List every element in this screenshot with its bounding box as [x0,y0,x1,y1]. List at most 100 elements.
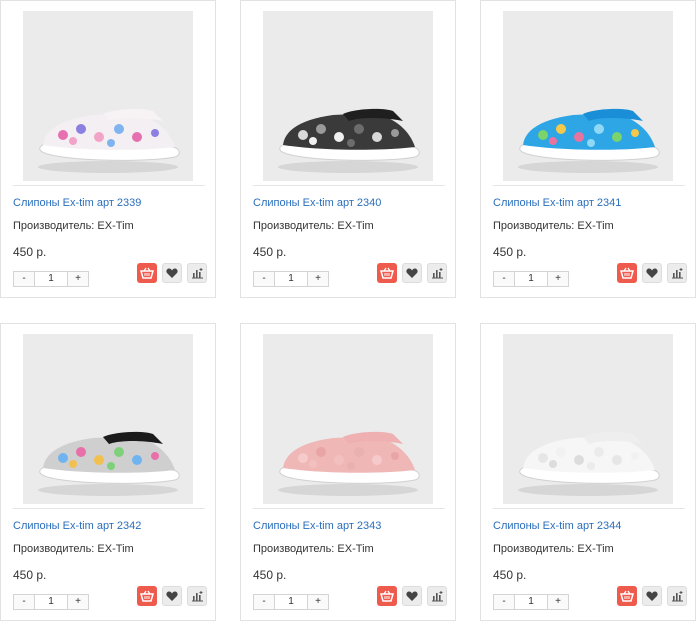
divider [253,185,445,186]
card-actions [137,586,207,606]
product-title-link[interactable]: Слипоны Ex-tim арт 2340 [253,197,381,209]
quantity-decrease-button[interactable]: - [254,595,274,609]
heart-icon [166,268,178,278]
product-price: 450 р. [13,568,47,582]
heart-icon [646,591,658,601]
card-actions [617,586,687,606]
compare-chart-icon [191,268,203,279]
product-card: Слипоны Ex-tim арт 2344 Производитель: E… [480,323,696,621]
product-card: Слипоны Ex-tim арт 2339 Производитель: E… [0,0,216,298]
product-image[interactable] [503,334,673,504]
compare-chart-icon [671,591,683,602]
quantity-increase-button[interactable]: + [308,595,328,609]
quantity-increase-button[interactable]: + [68,272,88,286]
basket-icon [140,267,154,279]
heart-icon [406,268,418,278]
product-title-link[interactable]: Слипоны Ex-tim арт 2343 [253,520,381,532]
add-to-cart-button[interactable] [137,586,157,606]
quantity-stepper: - 1 + [253,594,329,610]
basket-icon [140,590,154,602]
basket-icon [620,590,634,602]
quantity-input[interactable]: 1 [274,272,308,286]
card-actions [617,263,687,283]
add-to-compare-button[interactable] [187,263,207,283]
add-to-compare-button[interactable] [427,263,447,283]
quantity-stepper: - 1 + [13,594,89,610]
product-image[interactable] [263,11,433,181]
product-title-link[interactable]: Слипоны Ex-tim арт 2339 [13,197,141,209]
shoe-illustration [263,334,433,504]
product-manufacturer: Производитель: EX-Tim [493,220,614,232]
add-to-wishlist-button[interactable] [162,586,182,606]
compare-chart-icon [671,268,683,279]
quantity-increase-button[interactable]: + [308,272,328,286]
add-to-wishlist-button[interactable] [402,586,422,606]
shoe-illustration [263,11,433,181]
product-title-link[interactable]: Слипоны Ex-tim арт 2341 [493,197,621,209]
quantity-decrease-button[interactable]: - [14,272,34,286]
product-price: 450 р. [493,245,527,259]
product-manufacturer: Производитель: EX-Tim [13,543,134,555]
divider [493,185,685,186]
quantity-decrease-button[interactable]: - [14,595,34,609]
divider [493,508,685,509]
add-to-cart-button[interactable] [137,263,157,283]
shoe-illustration [23,334,193,504]
add-to-wishlist-button[interactable] [402,263,422,283]
card-actions [137,263,207,283]
compare-chart-icon [431,268,443,279]
product-title-link[interactable]: Слипоны Ex-tim арт 2344 [493,520,621,532]
divider [13,508,205,509]
product-card: Слипоны Ex-tim арт 2342 Производитель: E… [0,323,216,621]
quantity-stepper: - 1 + [13,271,89,287]
add-to-cart-button[interactable] [617,586,637,606]
product-price: 450 р. [493,568,527,582]
add-to-cart-button[interactable] [617,263,637,283]
divider [13,185,205,186]
product-image[interactable] [503,11,673,181]
compare-chart-icon [431,591,443,602]
quantity-increase-button[interactable]: + [548,272,568,286]
divider [253,508,445,509]
card-actions [377,263,447,283]
add-to-cart-button[interactable] [377,586,397,606]
quantity-stepper: - 1 + [493,271,569,287]
quantity-increase-button[interactable]: + [548,595,568,609]
basket-icon [380,590,394,602]
card-actions [377,586,447,606]
quantity-decrease-button[interactable]: - [494,595,514,609]
product-image[interactable] [23,11,193,181]
product-price: 450 р. [253,568,287,582]
add-to-compare-button[interactable] [187,586,207,606]
product-image[interactable] [263,334,433,504]
quantity-increase-button[interactable]: + [68,595,88,609]
basket-icon [620,267,634,279]
heart-icon [646,268,658,278]
product-manufacturer: Производитель: EX-Tim [253,543,374,555]
quantity-decrease-button[interactable]: - [494,272,514,286]
add-to-cart-button[interactable] [377,263,397,283]
add-to-compare-button[interactable] [427,586,447,606]
product-card: Слипоны Ex-tim арт 2340 Производитель: E… [240,0,456,298]
shoe-illustration [503,334,673,504]
shoe-illustration [23,11,193,181]
quantity-input[interactable]: 1 [34,272,68,286]
add-to-compare-button[interactable] [667,263,687,283]
add-to-compare-button[interactable] [667,586,687,606]
quantity-input[interactable]: 1 [514,272,548,286]
quantity-input[interactable]: 1 [34,595,68,609]
product-manufacturer: Производитель: EX-Tim [13,220,134,232]
quantity-input[interactable]: 1 [274,595,308,609]
product-title-link[interactable]: Слипоны Ex-tim арт 2342 [13,520,141,532]
quantity-input[interactable]: 1 [514,595,548,609]
product-price: 450 р. [13,245,47,259]
quantity-stepper: - 1 + [493,594,569,610]
add-to-wishlist-button[interactable] [642,263,662,283]
heart-icon [166,591,178,601]
add-to-wishlist-button[interactable] [162,263,182,283]
quantity-decrease-button[interactable]: - [254,272,274,286]
product-image[interactable] [23,334,193,504]
product-card: Слипоны Ex-tim арт 2341 Производитель: E… [480,0,696,298]
add-to-wishlist-button[interactable] [642,586,662,606]
product-price: 450 р. [253,245,287,259]
